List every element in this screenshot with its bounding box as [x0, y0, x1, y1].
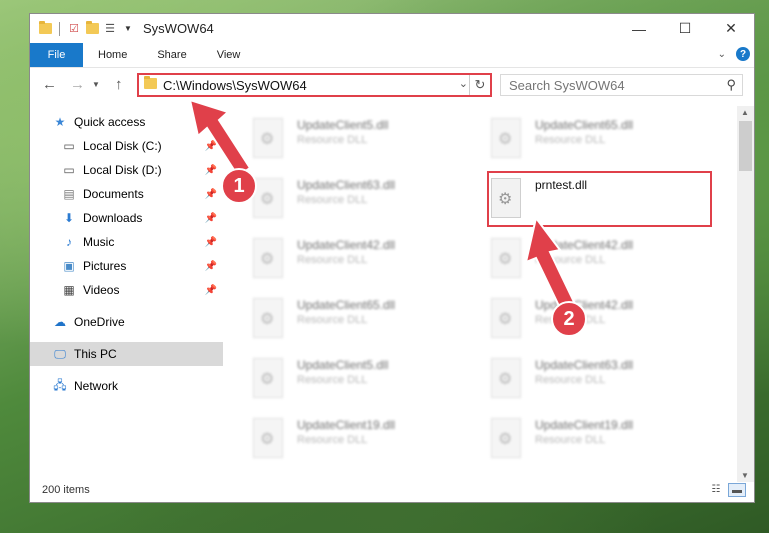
arrow-to-prntest [524, 215, 576, 310]
step-2-badge: 2 [551, 301, 587, 337]
step-1-badge: 1 [221, 168, 257, 204]
annotation-arrows [188, 98, 576, 310]
arrow-to-address-bar [188, 98, 252, 178]
